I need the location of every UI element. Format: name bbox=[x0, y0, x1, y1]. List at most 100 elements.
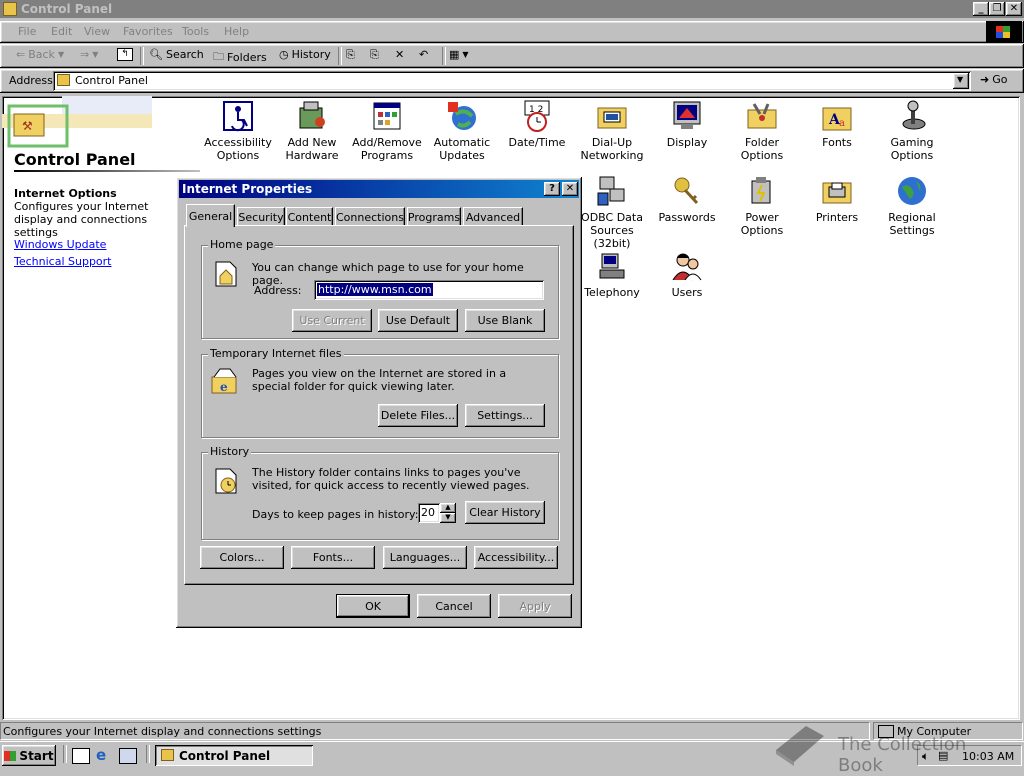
menu-favorites[interactable]: Favorites bbox=[123, 25, 173, 38]
colors-button[interactable]: Colors... bbox=[200, 546, 284, 569]
homepage-group: Home page You can change which page to u… bbox=[201, 238, 559, 339]
history-group-label: History bbox=[208, 445, 252, 458]
printer-icon bbox=[821, 175, 853, 207]
outlook-express-icon[interactable] bbox=[119, 748, 137, 764]
icon-add-remove-programs[interactable]: Add/Remove Programs bbox=[349, 100, 425, 162]
control-panel-icon bbox=[3, 2, 17, 16]
use-default-button[interactable]: Use Default bbox=[378, 309, 458, 332]
help-button[interactable]: ? bbox=[544, 182, 560, 196]
icon-date-time[interactable]: 1 2 Date/Time bbox=[499, 100, 575, 149]
icon-accessibility-options[interactable]: Accessibility Options bbox=[200, 100, 276, 162]
icon-automatic-updates[interactable]: Automatic Updates bbox=[424, 100, 500, 162]
up-folder-button[interactable]: ↰ bbox=[117, 48, 133, 61]
icon-printers[interactable]: Printers bbox=[799, 175, 875, 224]
delete-button[interactable]: ✕ bbox=[395, 48, 404, 61]
fonts-icon: Aa bbox=[821, 100, 853, 132]
tab-security[interactable]: Security bbox=[237, 207, 285, 226]
icon-folder-options[interactable]: Folder Options bbox=[724, 100, 800, 162]
minimize-button[interactable]: _ bbox=[973, 2, 989, 16]
icon-display[interactable]: Display bbox=[649, 100, 725, 149]
accessibility-button[interactable]: Accessibility... bbox=[474, 546, 558, 569]
icon-fonts[interactable]: Aa Fonts bbox=[799, 100, 875, 149]
use-current-button[interactable]: Use Current bbox=[292, 309, 372, 332]
icon-dial-up-networking[interactable]: Dial-Up Networking bbox=[574, 100, 650, 162]
chevron-down-icon: ▼ bbox=[445, 513, 451, 521]
menu-file[interactable]: File bbox=[18, 25, 36, 38]
icon-label: Add/Remove Programs bbox=[352, 136, 422, 162]
programs-icon bbox=[371, 100, 403, 132]
tab-general[interactable]: General bbox=[186, 204, 235, 227]
apply-button[interactable]: Apply bbox=[498, 594, 572, 618]
icon-gaming-options[interactable]: Gaming Options bbox=[874, 100, 950, 162]
window-titlebar[interactable]: Control Panel _ ❐ ✕ bbox=[0, 0, 1024, 18]
close-button[interactable]: ✕ bbox=[1006, 2, 1022, 16]
folders-button[interactable]: 🗀︎ Folders bbox=[213, 48, 267, 67]
cancel-button[interactable]: Cancel bbox=[417, 594, 491, 618]
move-to-button[interactable]: ⎘ bbox=[346, 48, 355, 62]
internet-explorer-icon[interactable]: e bbox=[96, 746, 106, 764]
menu-edit[interactable]: Edit bbox=[51, 25, 72, 38]
restore-button[interactable]: ❐ bbox=[989, 2, 1005, 16]
forward-button[interactable]: ⇒ ▼ bbox=[80, 48, 98, 61]
menu-help[interactable]: Help bbox=[224, 25, 249, 38]
search-button[interactable]: 🔍︎ Search bbox=[149, 48, 204, 61]
menu-view[interactable]: View bbox=[84, 25, 110, 38]
use-blank-button[interactable]: Use Blank bbox=[465, 309, 545, 332]
icon-add-new-hardware[interactable]: Add New Hardware bbox=[274, 100, 350, 162]
left-info-pane: ⚒ Control Panel Internet Options Configu… bbox=[2, 96, 202, 716]
icon-passwords[interactable]: Passwords bbox=[649, 175, 725, 224]
fonts-button[interactable]: Fonts... bbox=[291, 546, 375, 569]
windows-update-link[interactable]: Windows Update bbox=[14, 238, 106, 251]
start-button[interactable]: Start bbox=[2, 745, 56, 766]
views-button[interactable]: ▦ ▼ bbox=[449, 48, 469, 61]
icon-regional-settings[interactable]: Regional Settings bbox=[874, 175, 950, 237]
delete-files-button[interactable]: Delete Files... bbox=[378, 404, 458, 427]
address-input[interactable]: Control Panel ▼ bbox=[53, 71, 971, 91]
temporary-files-settings-button[interactable]: Settings... bbox=[465, 404, 545, 427]
clear-history-button[interactable]: Clear History bbox=[465, 501, 545, 524]
days-to-keep-value: 20 bbox=[421, 506, 435, 519]
delete-x-icon: ✕ bbox=[395, 48, 405, 61]
icon-odbc-data-sources[interactable]: ODBC Data Sources (32bit) bbox=[574, 175, 650, 250]
tab-advanced[interactable]: Advanced bbox=[463, 207, 523, 226]
up-folder-icon: ↰ bbox=[117, 48, 133, 61]
taskbar-button-control-panel[interactable]: Control Panel bbox=[155, 745, 313, 766]
dialog-title: Internet Properties bbox=[182, 182, 313, 196]
go-button[interactable]: ➜ Go bbox=[980, 73, 1007, 86]
undo-button[interactable]: ↶ bbox=[419, 48, 428, 61]
dialog-titlebar[interactable]: Internet Properties ? ✕ bbox=[179, 180, 579, 198]
internet-properties-dialog: Internet Properties ? ✕ General Security… bbox=[176, 177, 582, 628]
icon-label: Display bbox=[666, 136, 708, 149]
search-label: Search bbox=[165, 48, 204, 61]
days-to-keep-input[interactable]: 20 bbox=[418, 503, 440, 523]
days-increase-button[interactable]: ▲ bbox=[440, 503, 456, 513]
technical-support-link[interactable]: Technical Support bbox=[14, 255, 112, 268]
days-decrease-button[interactable]: ▼ bbox=[440, 513, 456, 523]
address-dropdown-button[interactable]: ▼ bbox=[953, 73, 969, 89]
icon-power-options[interactable]: Power Options bbox=[724, 175, 800, 237]
languages-button[interactable]: Languages... bbox=[383, 546, 467, 569]
menu-tools[interactable]: Tools bbox=[182, 25, 209, 38]
temporary-files-group: Temporary Internet files e Pages you vie… bbox=[201, 347, 559, 438]
tab-connections[interactable]: Connections bbox=[335, 207, 405, 226]
tab-content[interactable]: Content bbox=[286, 207, 333, 226]
temporary-files-icon: e bbox=[211, 368, 237, 394]
back-arrow-icon: ⇐ bbox=[16, 48, 26, 61]
address-value: Control Panel bbox=[75, 74, 148, 87]
start-label: Start bbox=[19, 748, 54, 763]
show-desktop-icon[interactable] bbox=[72, 748, 90, 764]
dialog-close-button[interactable]: ✕ bbox=[562, 182, 578, 196]
ok-button[interactable]: OK bbox=[336, 594, 410, 618]
homepage-address-input[interactable]: http://www.msn.com bbox=[314, 280, 544, 300]
history-button[interactable]: ◷ History bbox=[279, 48, 331, 61]
taskbar-separator bbox=[63, 745, 67, 763]
tab-programs[interactable]: Programs bbox=[407, 207, 461, 226]
icon-label: Passwords bbox=[658, 211, 716, 224]
icon-telephony[interactable]: Telephony bbox=[574, 250, 650, 299]
icon-label: Power Options bbox=[740, 211, 784, 237]
copy-to-button[interactable]: ⎘ bbox=[370, 48, 379, 62]
icon-label: Regional Settings bbox=[888, 211, 936, 237]
menu-bar: File Edit View Favorites Tools Help bbox=[0, 21, 1024, 43]
back-button[interactable]: ⇐ Back ▼ bbox=[16, 48, 64, 61]
icon-users[interactable]: Users bbox=[649, 250, 725, 299]
